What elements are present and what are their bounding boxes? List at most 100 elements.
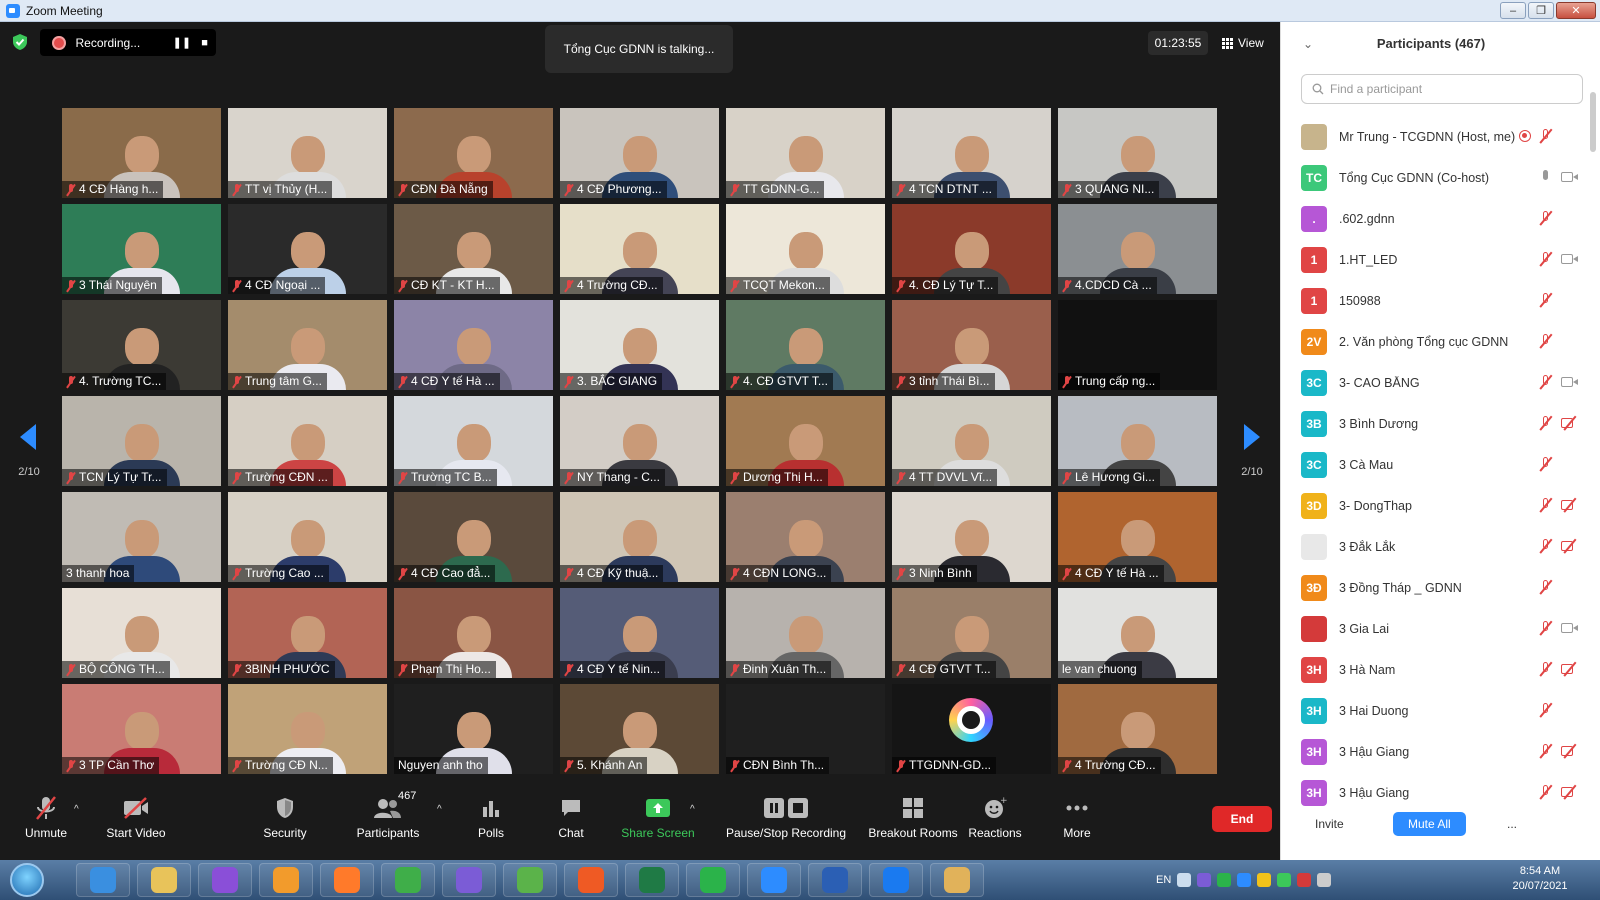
end-meeting-button[interactable]: End <box>1212 806 1272 832</box>
mic-muted-icon[interactable] <box>1539 784 1553 800</box>
video-tile[interactable]: TT vị Thủy (H... <box>228 108 387 198</box>
participant-row[interactable]: 3D 3- DongThap <box>1281 485 1600 526</box>
video-tile[interactable]: TCQT Mekon... <box>726 204 885 294</box>
mic-muted-icon[interactable] <box>1539 661 1553 677</box>
video-tile[interactable]: CĐN Bình Th... <box>726 684 885 774</box>
participant-row[interactable]: 3 Gia Lai <box>1281 608 1600 649</box>
taskbar-app-button[interactable] <box>137 863 191 897</box>
video-tile[interactable]: NY Thang - C... <box>560 396 719 486</box>
participants-options-caret-icon[interactable]: ^ <box>437 804 442 815</box>
video-tile[interactable]: 3 thanh hoa <box>62 492 221 582</box>
taskbar-app-button[interactable] <box>76 863 130 897</box>
participant-row[interactable]: 3H 3 Hậu Giang <box>1281 731 1600 772</box>
mic-muted-icon[interactable] <box>1539 456 1553 472</box>
tray-v-icon[interactable] <box>1297 873 1312 887</box>
video-tile[interactable]: 3 QUANG NI... <box>1058 108 1217 198</box>
security-button[interactable]: Security <box>237 794 333 840</box>
taskbar-app-button[interactable] <box>869 863 923 897</box>
tray-shield-icon[interactable] <box>1277 873 1292 887</box>
video-tile[interactable]: Phạm Thị Ho... <box>394 588 553 678</box>
taskbar-app-button[interactable] <box>503 863 557 897</box>
stop-recording-icon[interactable]: ■ <box>193 37 216 49</box>
participants-button[interactable]: 467 Participants <box>340 790 436 840</box>
video-tile[interactable]: 3 Thái Nguyên <box>62 204 221 294</box>
participant-row[interactable]: 1 150988 <box>1281 280 1600 321</box>
previous-page-arrow-icon[interactable] <box>20 424 36 450</box>
video-tile[interactable]: TCN Lý Tự Tr... <box>62 396 221 486</box>
video-tile[interactable]: Dương Thị H... <box>726 396 885 486</box>
video-tile[interactable]: 4 CĐ Phương... <box>560 108 719 198</box>
taskbar-app-button[interactable] <box>381 863 435 897</box>
participant-row[interactable]: 3C 3- CAO BẰNG <box>1281 362 1600 403</box>
mute-all-button[interactable]: Mute All <box>1393 812 1466 836</box>
video-tile[interactable]: Trường TC B... <box>394 396 553 486</box>
taskbar-app-button[interactable] <box>686 863 740 897</box>
video-tile[interactable]: Trung cấp ng... <box>1058 300 1217 390</box>
taskbar-app-button[interactable] <box>930 863 984 897</box>
tray-warning-icon[interactable] <box>1257 873 1272 887</box>
video-tile[interactable]: TT GDNN-G... <box>726 108 885 198</box>
mic-muted-icon[interactable] <box>1539 374 1553 390</box>
video-tile[interactable]: 4 CĐ Hàng h... <box>62 108 221 198</box>
tray-zoom-icon[interactable] <box>1237 873 1252 887</box>
taskbar-app-button[interactable] <box>747 863 801 897</box>
video-tile[interactable]: 3 Ninh Bình <box>892 492 1051 582</box>
video-tile[interactable]: 4 TCN DTNT ... <box>892 108 1051 198</box>
video-tile[interactable]: 4 CĐN LONG... <box>726 492 885 582</box>
taskbar-app-button[interactable] <box>564 863 618 897</box>
audio-options-caret-icon[interactable]: ^ <box>74 804 79 815</box>
video-tile[interactable]: 3 TP Cần Thơ <box>62 684 221 774</box>
participant-search-input[interactable] <box>1330 82 1570 96</box>
video-tile[interactable]: 4 CĐ GTVT T... <box>892 588 1051 678</box>
participant-row[interactable]: 1 1.HT_LED <box>1281 239 1600 280</box>
panel-more-button[interactable]: ... <box>1493 812 1532 836</box>
mic-muted-icon[interactable] <box>1539 251 1553 267</box>
video-tile[interactable]: CĐ KT - KT H... <box>394 204 553 294</box>
taskbar-app-button[interactable] <box>808 863 862 897</box>
video-tile[interactable]: 4 CĐ Y tế Hà ... <box>1058 492 1217 582</box>
video-tile[interactable]: 5. Khánh An <box>560 684 719 774</box>
participant-row[interactable]: TC Tổng Cục GDNN (Co-host) <box>1281 157 1600 198</box>
unmute-button[interactable]: Unmute <box>0 794 94 840</box>
more-button[interactable]: More <box>1029 794 1125 840</box>
share-options-caret-icon[interactable]: ^ <box>690 804 695 815</box>
mic-muted-icon[interactable] <box>1539 210 1553 226</box>
taskbar-app-button[interactable] <box>259 863 313 897</box>
tray-volume-icon[interactable] <box>1317 873 1332 887</box>
video-tile[interactable]: 3. BẮC GIANG <box>560 300 719 390</box>
video-tile[interactable]: CĐN Đà Nẵng <box>394 108 553 198</box>
mic-muted-icon[interactable] <box>1539 128 1553 144</box>
participant-row[interactable]: 3C 3 Cà Mau <box>1281 444 1600 485</box>
participant-search[interactable] <box>1301 74 1583 104</box>
start-video-button[interactable]: Start Video <box>88 794 184 840</box>
video-tile[interactable]: 4 TT DVVL Vĩ... <box>892 396 1051 486</box>
video-tile[interactable]: Trung tâm G... <box>228 300 387 390</box>
taskbar-clock[interactable]: 8:54 AM 20/07/2021 <box>1500 864 1580 894</box>
next-page-arrow-icon[interactable] <box>1244 424 1260 450</box>
video-tile[interactable]: 4 Trường CĐ... <box>1058 684 1217 774</box>
video-tile[interactable]: 4 CĐ Kỹ thuậ... <box>560 492 719 582</box>
participant-row[interactable]: Mr Trung - TCGDNN (Host, me) <box>1281 116 1600 157</box>
language-indicator[interactable]: EN <box>1156 874 1171 886</box>
participant-row[interactable]: 3H 3 Hai Duong <box>1281 690 1600 731</box>
video-tile[interactable]: 4. CĐ Lý Tự T... <box>892 204 1051 294</box>
taskbar-app-button[interactable] <box>442 863 496 897</box>
mic-muted-icon[interactable] <box>1539 538 1553 554</box>
invite-button[interactable]: Invite <box>1301 812 1358 836</box>
participant-row[interactable]: 2V 2. Văn phòng Tổng cục GDNN <box>1281 321 1600 362</box>
close-button[interactable]: ✕ <box>1556 2 1596 19</box>
video-tile[interactable]: Đinh Xuân Th... <box>726 588 885 678</box>
mic-muted-icon[interactable] <box>1539 579 1553 595</box>
chat-button[interactable]: Chat <box>523 794 619 840</box>
video-tile[interactable]: Trường Cao ... <box>228 492 387 582</box>
video-tile[interactable]: 4. CĐ GTVT T... <box>726 300 885 390</box>
participant-row[interactable]: 3B 3 Bình Dương <box>1281 403 1600 444</box>
video-tile[interactable]: 4 Trường CĐ... <box>560 204 719 294</box>
video-tile[interactable]: BỘ CÔNG TH... <box>62 588 221 678</box>
mic-muted-icon[interactable] <box>1539 743 1553 759</box>
video-tile[interactable]: 4. Trường TC... <box>62 300 221 390</box>
restore-button[interactable]: ❐ <box>1528 2 1554 19</box>
mic-muted-icon[interactable] <box>1539 292 1553 308</box>
mic-muted-icon[interactable] <box>1539 415 1553 431</box>
tray-play-icon[interactable] <box>1217 873 1232 887</box>
